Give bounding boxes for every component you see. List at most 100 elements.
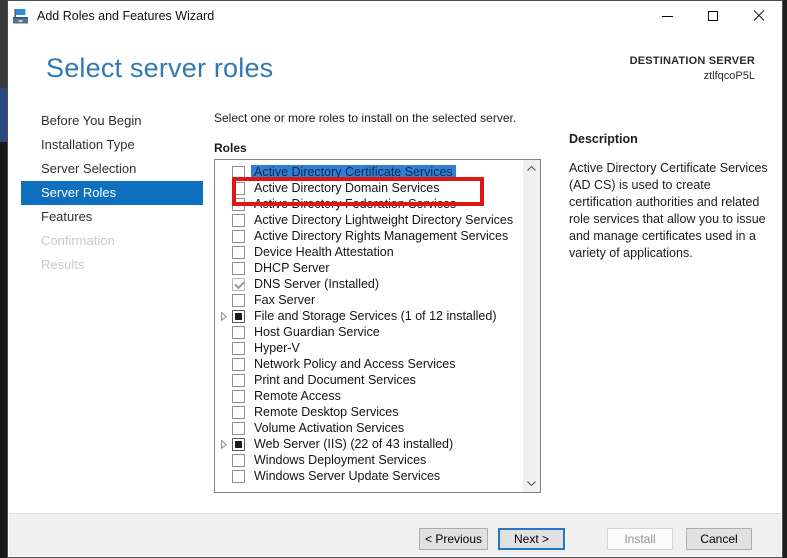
next-button[interactable]: Next > [498, 528, 565, 550]
roles-scrollbar[interactable] [523, 160, 540, 492]
wizard-header: Select server roles DESTINATION SERVER z… [9, 31, 781, 103]
role-label: File and Storage Services (1 of 12 insta… [254, 309, 497, 323]
sidebar-item-results: Results [21, 253, 203, 277]
window-title: Add Roles and Features Wizard [37, 9, 215, 23]
role-checkbox[interactable] [232, 197, 245, 211]
role-row-volume-activation-services[interactable]: Volume Activation Services [215, 420, 522, 436]
roles-wizard-toolbox-icon [12, 8, 29, 25]
role-row-web-server-iis-22-of-43-installed[interactable]: Web Server (IIS) (22 of 43 installed) [215, 436, 522, 452]
role-checkbox[interactable] [232, 469, 245, 483]
sidebar-item-label: Results [41, 257, 85, 272]
role-checkbox[interactable] [232, 421, 245, 435]
expand-triangle-icon[interactable] [221, 439, 231, 449]
sidebar-item-label: Features [41, 209, 93, 224]
role-checkbox[interactable] [232, 405, 245, 419]
role-label: Fax Server [254, 293, 316, 307]
role-row-print-and-document-services[interactable]: Print and Document Services [215, 372, 522, 388]
role-checkbox[interactable] [232, 229, 245, 243]
role-label: Volume Activation Services [254, 421, 405, 435]
destination-server-label: DESTINATION SERVER [629, 55, 755, 67]
role-row-dhcp-server[interactable]: DHCP Server [215, 260, 522, 276]
expand-triangle-icon[interactable] [221, 311, 231, 321]
role-label: Print and Document Services [254, 373, 416, 387]
maximize-button[interactable] [690, 1, 736, 31]
sidebar-item-features[interactable]: Features [21, 205, 203, 229]
role-row-fax-server[interactable]: Fax Server [215, 292, 522, 308]
role-checkbox[interactable] [232, 165, 245, 179]
destination-server-name: ztlfqcoP5L [703, 70, 755, 82]
role-label: Windows Deployment Services [254, 453, 427, 467]
minimize-button[interactable] [644, 1, 690, 31]
role-label: Active Directory Lightweight Directory S… [254, 213, 514, 227]
role-checkbox[interactable] [232, 277, 245, 291]
role-label: Active Directory Domain Services [254, 181, 440, 195]
role-checkbox[interactable] [232, 261, 245, 275]
role-label: Web Server (IIS) (22 of 43 installed) [254, 437, 454, 451]
destination-server-block: DESTINATION SERVER ztlfqcoP5L [630, 55, 755, 82]
sidebar-item-before-you-begin[interactable]: Before You Begin [21, 109, 203, 133]
role-row-file-and-storage-services-1-of-12-installed[interactable]: File and Storage Services (1 of 12 insta… [215, 308, 522, 324]
role-row-remote-access[interactable]: Remote Access [215, 388, 522, 404]
role-row-active-directory-rights-management-services[interactable]: Active Directory Rights Management Servi… [215, 228, 522, 244]
role-label: Active Directory Rights Management Servi… [254, 229, 509, 243]
role-checkbox[interactable] [232, 453, 245, 467]
role-label: Remote Desktop Services [254, 405, 399, 419]
role-label: Hyper-V [254, 341, 300, 355]
role-checkbox[interactable] [232, 213, 245, 227]
role-row-dns-server-installed[interactable]: DNS Server (Installed) [215, 276, 522, 292]
previous-button[interactable]: < Previous [419, 528, 488, 550]
role-row-active-directory-lightweight-directory-services[interactable]: Active Directory Lightweight Directory S… [215, 212, 522, 228]
role-label: DHCP Server [254, 261, 330, 275]
scroll-down-button[interactable] [523, 475, 540, 492]
cancel-button[interactable]: Cancel [686, 528, 752, 550]
role-checkbox[interactable] [232, 373, 245, 387]
role-row-windows-deployment-services[interactable]: Windows Deployment Services [215, 452, 522, 468]
sidebar-item-confirmation: Confirmation [21, 229, 203, 253]
role-checkbox[interactable] [232, 309, 245, 323]
sidebar-item-server-selection[interactable]: Server Selection [21, 157, 203, 181]
role-row-network-policy-and-access-services[interactable]: Network Policy and Access Services [215, 356, 522, 372]
role-row-active-directory-federation-services[interactable]: Active Directory Federation Services [215, 196, 522, 212]
window-controls [644, 1, 782, 31]
sidebar-item-installation-type[interactable]: Installation Type [21, 133, 203, 157]
role-row-active-directory-certificate-services[interactable]: Active Directory Certificate Services [215, 164, 522, 180]
close-button[interactable] [736, 1, 782, 31]
role-row-hyper-v[interactable]: Hyper-V [215, 340, 522, 356]
screen: Add Roles and Features Wizard Select ser… [0, 0, 787, 558]
background-window-sliver [0, 0, 7, 558]
role-checkbox[interactable] [232, 389, 245, 403]
role-label: Host Guardian Service [254, 325, 380, 339]
chevron-up-icon [527, 166, 536, 171]
sidebar-item-label: Server Roles [41, 185, 117, 200]
close-icon [753, 10, 765, 22]
chevron-down-icon [527, 481, 536, 486]
role-checkbox[interactable] [232, 293, 245, 307]
sidebar-item-label: Before You Begin [41, 113, 142, 128]
wizard-steps-sidebar: Before You Begin Installation Type Server … [21, 109, 203, 277]
role-checkbox[interactable] [232, 437, 245, 451]
scroll-up-button[interactable] [523, 160, 540, 177]
role-label: Windows Server Update Services [254, 469, 441, 483]
role-row-device-health-attestation[interactable]: Device Health Attestation [215, 244, 522, 260]
maximize-icon [708, 11, 718, 21]
page-title: Select server roles [46, 53, 274, 83]
roles-list-label: Roles [214, 141, 247, 155]
description-text: Active Directory Certificate Services (A… [569, 161, 768, 260]
role-label: Network Policy and Access Services [254, 357, 456, 371]
sidebar-item-server-roles[interactable]: Server Roles [21, 181, 203, 205]
role-checkbox[interactable] [232, 357, 245, 371]
titlebar: Add Roles and Features Wizard [8, 1, 782, 31]
role-checkbox[interactable] [232, 325, 245, 339]
role-label: Active Directory Certificate Services [251, 165, 456, 179]
role-row-active-directory-domain-services[interactable]: Active Directory Domain Services [215, 180, 522, 196]
role-label: Remote Access [254, 389, 341, 403]
role-label: DNS Server (Installed) [254, 277, 380, 291]
role-label: Device Health Attestation [254, 245, 394, 259]
role-checkbox[interactable] [232, 341, 245, 355]
role-row-windows-server-update-services[interactable]: Windows Server Update Services [215, 468, 522, 484]
role-row-remote-desktop-services[interactable]: Remote Desktop Services [215, 404, 522, 420]
role-checkbox[interactable] [232, 181, 245, 195]
role-row-host-guardian-service[interactable]: Host Guardian Service [215, 324, 522, 340]
sidebar-item-label: Server Selection [41, 161, 137, 176]
role-checkbox[interactable] [232, 245, 245, 259]
